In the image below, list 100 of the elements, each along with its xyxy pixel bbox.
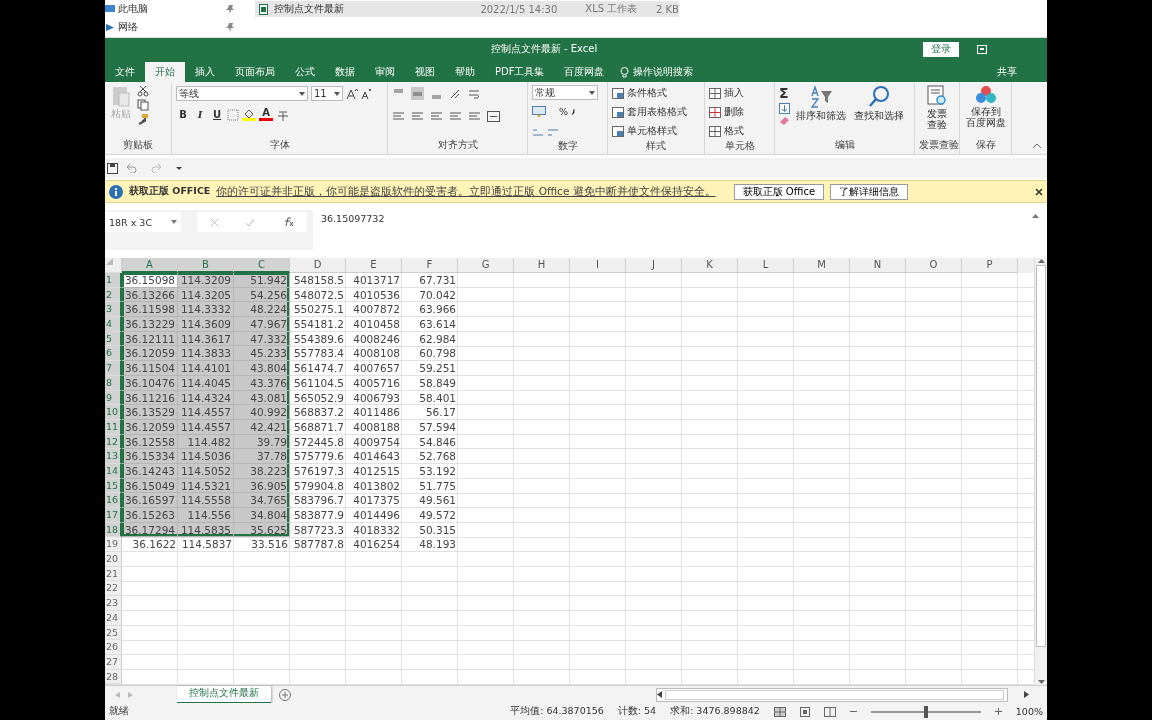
row-header[interactable]: 19 [105, 537, 122, 553]
format-painter-icon[interactable] [137, 113, 149, 125]
fill-down-icon[interactable] [779, 103, 790, 114]
find-select-button[interactable]: 查找和选择 [854, 110, 904, 121]
save-icon[interactable] [107, 162, 118, 174]
ribbon-tab[interactable]: 百度网盘 [554, 62, 615, 82]
dropdown-caret-icon[interactable] [299, 91, 305, 96]
ribbon-tab[interactable]: 帮助 [445, 62, 485, 82]
fill-color-icon[interactable] [242, 108, 256, 121]
notice-button[interactable]: 获取正版 Office [733, 183, 825, 200]
sign-in-button[interactable]: 登录 [923, 41, 959, 57]
row-header[interactable]: 7 [105, 361, 122, 376]
comma-icon[interactable] [571, 107, 578, 116]
zoom-out-icon[interactable] [849, 710, 857, 713]
cells-grid-icon[interactable] [709, 107, 721, 118]
sort-filter-icon[interactable] [809, 85, 833, 109]
dropdown-caret-icon[interactable] [589, 90, 595, 95]
eraser-icon[interactable] [779, 116, 790, 125]
pin-icon[interactable] [226, 4, 234, 14]
cells-grid-icon[interactable] [709, 126, 721, 137]
column-header[interactable]: P [962, 258, 1018, 273]
tell-me-search[interactable]: 操作说明搜索 [633, 65, 694, 79]
nav-item[interactable]: 此电脑 [118, 2, 223, 16]
column-header[interactable]: H [514, 258, 570, 273]
ribbon-tab[interactable]: PDF工具集 [485, 62, 555, 82]
merge-cells-icon[interactable] [487, 111, 500, 122]
column-header[interactable]: J [626, 258, 682, 273]
ribbon-tab[interactable]: 页面布局 [225, 62, 285, 82]
scroll-right-icon[interactable] [1024, 691, 1029, 698]
save-to-cloud-button[interactable]: 保存到 百度网盘 [965, 106, 1006, 128]
percent-button[interactable]: % [559, 106, 569, 117]
vertical-scroll-thumb[interactable] [1036, 265, 1046, 647]
collapse-ribbon-icon[interactable] [1033, 143, 1041, 148]
column-header[interactable]: D [290, 258, 346, 273]
dropdown-caret-icon[interactable] [334, 91, 340, 96]
formula-field[interactable]: 36.15097732 [321, 213, 385, 247]
scroll-left-icon[interactable] [657, 691, 662, 698]
expand-caret-icon[interactable] [1032, 213, 1039, 218]
column-header[interactable]: K [682, 258, 738, 273]
row-header[interactable]: 4 [105, 317, 122, 332]
ribbon-display-icon[interactable] [977, 44, 987, 54]
invoice-search-icon[interactable] [926, 85, 948, 107]
vertical-scrollbar[interactable] [1034, 258, 1047, 685]
nav-item[interactable]: 网络 [118, 20, 223, 34]
italic-button[interactable]: I [193, 109, 207, 120]
cloud-rings-icon[interactable] [974, 85, 997, 105]
text-orientation-icon[interactable] [449, 87, 462, 100]
dropdown-caret-icon[interactable] [171, 220, 177, 224]
add-sheet-icon[interactable] [279, 688, 291, 701]
style-menu-button[interactable]: 单元格样式 [627, 125, 677, 138]
row-header[interactable]: 16 [105, 493, 122, 508]
font-size-field[interactable]: 11 [311, 86, 343, 101]
cells-menu-button[interactable]: 格式 [724, 125, 744, 138]
row-header[interactable]: 10 [105, 405, 122, 420]
number-format-field[interactable]: 常规 [532, 85, 598, 100]
column-header[interactable]: F [402, 258, 458, 273]
cells-menu-button[interactable]: 删除 [724, 106, 744, 119]
zoom-in-icon[interactable] [994, 708, 1002, 715]
enter-check-icon[interactable] [245, 217, 256, 227]
row-header[interactable]: 26 [105, 640, 122, 655]
spreadsheet-file-icon[interactable] [259, 3, 268, 15]
row-header[interactable]: 17 [105, 508, 122, 523]
ribbon-tab[interactable]: 插入 [185, 62, 225, 82]
cells-menu-button[interactable]: 插入 [724, 87, 744, 100]
ribbon-tab[interactable]: 公式 [285, 62, 325, 82]
page-break-icon[interactable] [823, 706, 836, 717]
column-header[interactable]: C [234, 258, 290, 273]
column-header[interactable]: M [794, 258, 850, 273]
zoom-slider-thumb[interactable] [923, 705, 928, 718]
horizontal-scroll-thumb[interactable] [665, 689, 1004, 700]
invoice-check-button[interactable]: 发票 查验 [927, 108, 947, 130]
shrink-font-icon[interactable] [361, 87, 371, 100]
name-box[interactable]: 18R x 3C [105, 212, 181, 232]
autosum-button[interactable]: Σ [779, 85, 790, 101]
sort-filter-button[interactable]: 排序和筛选 [796, 110, 846, 121]
column-header[interactable]: G [458, 258, 514, 273]
font-name-field[interactable]: 等线 [176, 86, 308, 101]
scroll-up-icon[interactable] [1037, 258, 1045, 263]
share-button[interactable]: 共享 [997, 62, 1025, 82]
normal-view-icon[interactable] [773, 706, 786, 717]
ribbon-tab[interactable]: 审阅 [365, 62, 405, 82]
ribbon-tab[interactable]: 视图 [405, 62, 445, 82]
column-header[interactable]: B [178, 258, 234, 273]
column-header[interactable]: A [122, 258, 178, 273]
info-icon[interactable] [109, 184, 123, 199]
bold-button[interactable]: B [176, 109, 190, 120]
zoom-percent[interactable]: 100% [1015, 706, 1043, 717]
file-row[interactable]: 控制点文件最新 2022/1/5 14:30 XLS 工作表 2 KB [255, 1, 679, 17]
search-icon[interactable] [868, 85, 890, 109]
cut-icon[interactable] [137, 85, 149, 97]
close-icon[interactable] [1035, 187, 1043, 196]
underline-button[interactable]: U [210, 109, 224, 120]
notice-button[interactable]: 了解详细信息 [830, 183, 909, 200]
style-table-icon[interactable] [612, 107, 624, 118]
row-header[interactable]: 3 [105, 302, 122, 318]
column-header[interactable]: N [850, 258, 906, 273]
phonetic-guide-icon[interactable] [276, 108, 290, 121]
column-header[interactable]: I [570, 258, 626, 273]
font-color-button[interactable]: A [259, 108, 273, 121]
row-header[interactable]: 13 [105, 449, 122, 464]
